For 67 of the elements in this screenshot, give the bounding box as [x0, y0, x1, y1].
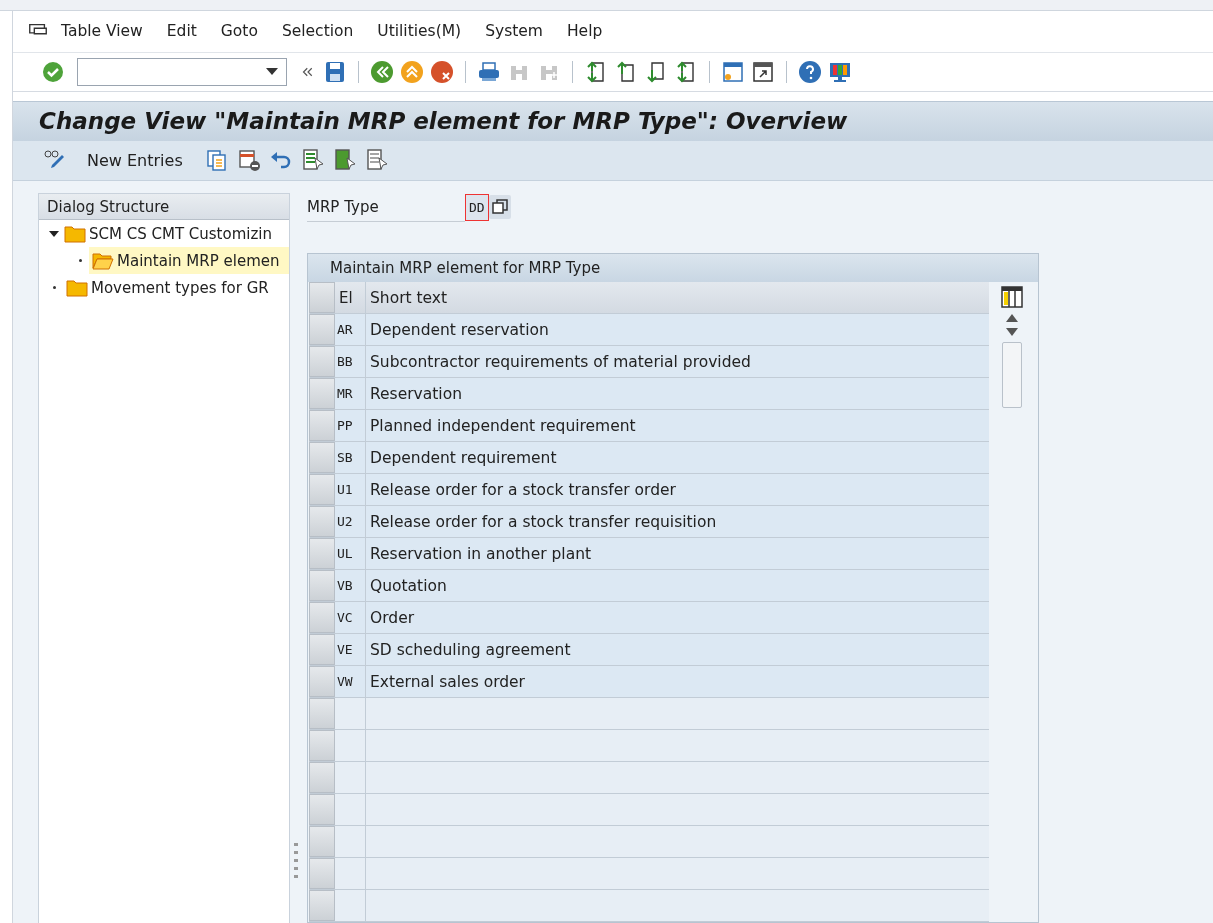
table-cell: VC: [335, 602, 366, 633]
help-icon[interactable]: [798, 59, 822, 84]
select-block-icon[interactable]: [332, 148, 357, 173]
menu-item[interactable]: Selection: [269, 22, 366, 41]
table-cell: U2: [335, 506, 366, 537]
menu-item[interactable]: Edit: [154, 22, 209, 41]
table-cell-text: Dependent reservation: [369, 319, 550, 341]
open-folder-icon: [92, 251, 114, 270]
table-cell: VW: [335, 666, 366, 697]
bullet-icon: [53, 286, 56, 289]
menu-item[interactable]: System: [473, 22, 555, 41]
print-icon[interactable]: [477, 59, 501, 84]
folder-icon: [64, 224, 86, 243]
deselect-all-icon[interactable]: [364, 148, 389, 173]
table-cell: BB: [335, 346, 366, 377]
table-cell-text: Dependent requirement: [369, 447, 558, 469]
new-entries-button[interactable]: New Entries: [81, 149, 189, 171]
menu-item[interactable]: Table View: [49, 22, 155, 41]
column-settings-icon[interactable]: [1001, 286, 1023, 308]
select-all-cell[interactable]: [309, 282, 335, 313]
table-cell-text: Order: [369, 607, 416, 629]
table-cell-text: SD scheduling agreement: [369, 639, 572, 661]
table-cell: UL: [335, 538, 366, 569]
folder-icon: [66, 278, 88, 297]
column-header[interactable]: Short text: [366, 282, 989, 313]
mrp-type-field[interactable]: DD: [465, 193, 489, 221]
dropdown-icon[interactable]: [266, 67, 278, 76]
scroll-down-icon[interactable]: [1006, 328, 1018, 336]
table-cell: U1: [335, 474, 366, 505]
menu-item[interactable]: Help: [554, 22, 615, 41]
checkmark-icon[interactable]: [41, 59, 65, 84]
back-icon[interactable]: [370, 59, 394, 84]
cancel-icon[interactable]: [430, 59, 454, 84]
tree-item[interactable]: Movement types for GR: [88, 278, 269, 297]
column-header[interactable]: El: [335, 282, 366, 313]
shortcut-icon[interactable]: [751, 59, 775, 84]
bullet-icon: [79, 259, 82, 262]
table-cell: MR: [335, 378, 366, 409]
panel-header: Dialog Structure: [39, 194, 289, 220]
table-cell-text: Release order for a stock transfer requisition: [369, 511, 718, 533]
save-icon[interactable]: [323, 59, 347, 84]
table-cell: PP: [335, 410, 366, 441]
table-title: Maintain MRP element for MRP Type: [308, 254, 1038, 282]
table-cell: AR: [335, 314, 366, 345]
menu-item[interactable]: Utilities(M): [365, 22, 474, 41]
tree-item[interactable]: SCM CS CMT Customizin: [86, 224, 272, 243]
table-cell: VB: [335, 570, 366, 601]
copy-icon[interactable]: [204, 148, 229, 173]
table-cell: SB: [335, 442, 366, 473]
scroll-up-icon[interactable]: [1006, 314, 1018, 322]
possible-entries-icon[interactable]: [488, 195, 511, 219]
table-cell-text: Quotation: [369, 575, 448, 597]
delete-row-icon[interactable]: [236, 148, 261, 173]
table-cell-text: External sales order: [369, 671, 526, 693]
table-cell-text: Release order for a stock transfer order: [369, 479, 677, 501]
table-cell-text: Reservation in another plant: [369, 543, 593, 565]
menu-item[interactable]: Goto: [208, 22, 270, 41]
select-all-icon[interactable]: [300, 148, 325, 173]
exit-icon[interactable]: [400, 59, 424, 84]
command-field[interactable]: [77, 57, 287, 86]
table-cell-text: Reservation: [369, 383, 463, 405]
new-window-icon[interactable]: [721, 59, 745, 84]
screen-title: Change View "Maintain MRP element for MRP Type": Overview: [39, 108, 848, 135]
table-cell-text: Subcontractor requirements of material provided: [369, 351, 752, 373]
table-cell-text: Planned independent requirement: [369, 415, 637, 437]
table-cell: VE: [335, 634, 366, 665]
scrollbar-thumb[interactable]: [1002, 342, 1022, 408]
